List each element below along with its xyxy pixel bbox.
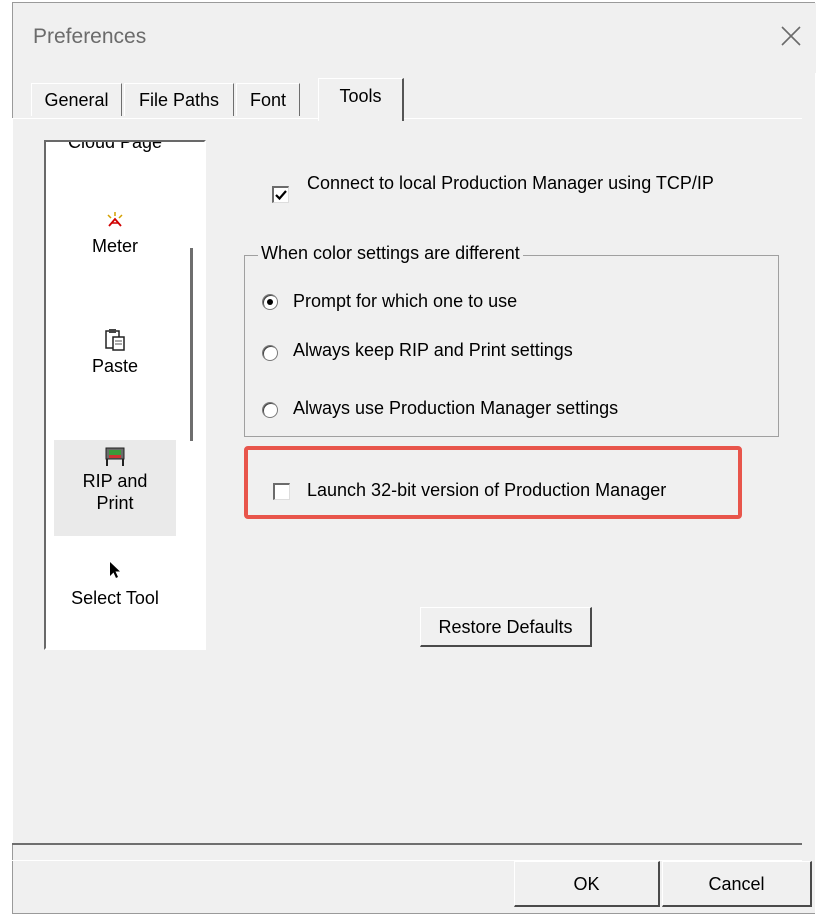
tool-list-scrollbar[interactable] xyxy=(190,248,193,441)
tool-item-select-tool[interactable]: Select Tool xyxy=(50,560,180,609)
paste-icon xyxy=(105,329,125,351)
radio-keep-rip-label: Always keep RIP and Print settings xyxy=(293,340,573,360)
connect-local-checkbox[interactable] xyxy=(272,186,289,203)
ok-button[interactable]: OK xyxy=(514,861,660,907)
radio-use-pm-label: Always use Production Manager settings xyxy=(293,398,619,418)
connect-local-label: Connect to local Production Manager usin… xyxy=(307,173,714,193)
restore-defaults-button[interactable]: Restore Defaults xyxy=(420,607,592,647)
title-bar: Preferences xyxy=(13,3,816,73)
tool-item-paste[interactable]: Paste xyxy=(50,328,180,377)
select-tool-icon xyxy=(110,562,120,578)
radio-prompt[interactable] xyxy=(262,294,278,310)
cancel-button[interactable]: Cancel xyxy=(662,861,812,907)
tool-item-label: RIP and Print xyxy=(82,471,148,513)
meter-icon xyxy=(107,212,123,227)
window-title: Preferences xyxy=(33,25,147,48)
tool-item-label: Select Tool xyxy=(71,588,159,608)
tool-item-rip-and-print[interactable]: RIP and Print xyxy=(54,440,176,536)
launch-32bit-label: Launch 32-bit version of Production Mana… xyxy=(307,480,667,500)
tool-item-label: Paste xyxy=(91,356,139,376)
tab-file-paths[interactable]: File Paths xyxy=(124,83,234,116)
tab-panel-edge xyxy=(12,843,802,845)
tool-list[interactable]: Cloud Page Meter Paste RIP and Print Sel… xyxy=(44,140,206,650)
radio-keep-rip[interactable] xyxy=(262,345,278,361)
close-icon xyxy=(781,26,801,46)
tool-item-label: Cloud Page xyxy=(67,140,163,152)
tool-item-meter[interactable]: Meter xyxy=(50,208,180,257)
close-button[interactable] xyxy=(770,17,816,59)
tab-font[interactable]: Font xyxy=(236,83,300,116)
radio-prompt-label: Prompt for which one to use xyxy=(293,291,518,311)
tool-item-cloud-page[interactable]: Cloud Page xyxy=(50,140,180,153)
radio-use-pm[interactable] xyxy=(262,402,278,418)
rip-print-icon xyxy=(105,447,125,466)
tool-item-label: Meter xyxy=(91,236,138,256)
tab-tools[interactable]: Tools xyxy=(318,78,404,121)
checkmark-icon xyxy=(275,190,287,201)
launch-32bit-checkbox[interactable] xyxy=(273,483,290,500)
tab-general[interactable]: General xyxy=(31,83,122,116)
color-settings-legend: When color settings are different xyxy=(258,243,523,264)
